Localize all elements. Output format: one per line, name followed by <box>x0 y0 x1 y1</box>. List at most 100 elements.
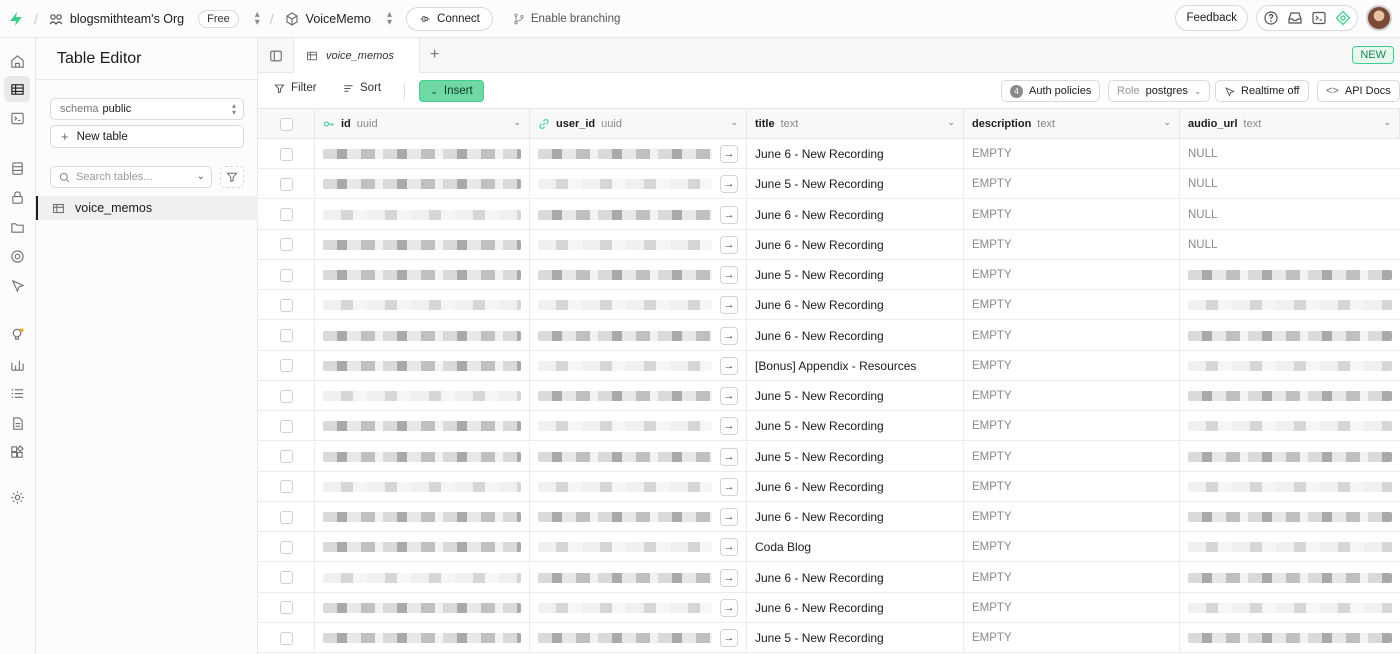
arrow-right-icon[interactable]: → <box>720 205 738 224</box>
id-cell[interactable] <box>315 411 530 442</box>
filter-tables-button[interactable] <box>220 166 244 188</box>
realtime-icon[interactable] <box>8 276 26 294</box>
authentication-icon[interactable] <box>8 188 26 206</box>
sort-button[interactable]: Sort <box>343 82 381 94</box>
terminal-icon[interactable] <box>1311 10 1327 26</box>
project-selector[interactable]: VoiceMemo ▴ ▾ <box>284 9 392 27</box>
title-cell[interactable]: June 6 - New Recording <box>747 139 964 169</box>
user-id-cell[interactable]: → <box>530 623 747 653</box>
id-cell[interactable] <box>315 320 530 351</box>
user-id-cell[interactable]: → <box>530 381 747 411</box>
audio-url-cell[interactable] <box>1180 381 1400 411</box>
arrow-right-icon[interactable]: → <box>720 477 738 496</box>
title-cell[interactable]: June 5 - New Recording <box>747 169 964 200</box>
id-cell[interactable] <box>315 592 530 623</box>
id-cell[interactable] <box>315 139 530 169</box>
arrow-right-icon[interactable]: → <box>720 598 738 617</box>
chevron-updown-icon[interactable]: ▴ ▾ <box>255 9 260 27</box>
home-icon[interactable] <box>8 52 26 70</box>
table-row[interactable]: → June 6 - New Recording EMPTY NULL <box>258 199 1400 230</box>
audio-url-cell[interactable] <box>1180 442 1400 472</box>
row-checkbox[interactable] <box>279 571 293 584</box>
table-row[interactable]: → June 6 - New Recording EMPTY NULL <box>258 229 1400 260</box>
row-checkbox[interactable] <box>279 510 293 524</box>
arrow-right-icon[interactable]: → <box>720 568 738 587</box>
row-checkbox[interactable] <box>279 238 293 252</box>
sidebar-item-voice-memos[interactable]: voice_memos <box>36 196 258 220</box>
user-id-cell[interactable]: → <box>530 139 747 169</box>
description-cell[interactable]: EMPTY <box>964 502 1180 532</box>
audio-url-cell[interactable] <box>1180 623 1400 653</box>
title-cell[interactable]: June 6 - New Recording <box>747 229 964 260</box>
user-id-cell[interactable]: → <box>530 290 747 321</box>
audio-url-cell[interactable] <box>1180 321 1400 351</box>
row-checkbox[interactable] <box>279 147 293 161</box>
audio-url-cell[interactable]: NULL <box>1180 169 1400 199</box>
arrow-right-icon[interactable]: → <box>720 296 738 315</box>
audio-url-cell[interactable] <box>1180 351 1400 381</box>
api-docs-button[interactable]: <> API Docs <box>1317 80 1400 102</box>
realtime-toggle-button[interactable]: Realtime off <box>1215 80 1309 102</box>
arrow-right-icon[interactable]: → <box>720 508 738 526</box>
audio-url-cell[interactable]: NULL <box>1180 139 1400 169</box>
id-cell[interactable] <box>315 562 530 593</box>
arrow-right-icon[interactable]: → <box>720 235 738 254</box>
chevron-down-icon[interactable]: ⌄ <box>947 117 955 128</box>
row-checkbox[interactable] <box>279 540 293 554</box>
row-checkbox[interactable] <box>279 359 293 373</box>
arrow-right-icon[interactable]: → <box>720 629 738 647</box>
row-checkbox[interactable] <box>279 177 293 191</box>
title-cell[interactable]: Coda Blog <box>747 532 964 563</box>
description-cell[interactable]: EMPTY <box>964 562 1180 593</box>
table-row[interactable]: → June 5 - New Recording EMPTY NULL <box>258 169 1400 200</box>
title-cell[interactable]: June 5 - New Recording <box>747 260 964 290</box>
title-cell[interactable]: June 6 - New Recording <box>747 320 964 351</box>
title-cell[interactable]: June 6 - New Recording <box>747 471 964 502</box>
description-cell[interactable]: EMPTY <box>964 229 1180 260</box>
user-id-cell[interactable]: → <box>530 411 747 442</box>
table-row[interactable]: → June 6 - New Recording EMPTY <box>258 592 1400 623</box>
arrow-right-icon[interactable]: → <box>720 387 738 405</box>
user-id-cell[interactable]: → <box>530 260 747 290</box>
auth-policies-button[interactable]: 4 Auth policies <box>1001 80 1101 102</box>
api-docs-icon[interactable] <box>8 414 26 432</box>
description-cell[interactable]: EMPTY <box>964 320 1180 351</box>
id-cell[interactable] <box>315 471 530 502</box>
title-cell[interactable]: June 6 - New Recording <box>747 592 964 623</box>
row-checkbox[interactable] <box>279 601 293 615</box>
edge-functions-icon[interactable] <box>8 247 26 265</box>
description-cell[interactable]: EMPTY <box>964 471 1180 502</box>
database-icon[interactable] <box>8 159 26 177</box>
feedback-button[interactable]: Feedback <box>1175 5 1248 31</box>
user-id-cell[interactable]: → <box>530 592 747 623</box>
id-cell[interactable] <box>315 169 530 200</box>
user-id-cell[interactable]: → <box>530 229 747 260</box>
description-cell[interactable]: EMPTY <box>964 139 1180 169</box>
chevrons-down-icon[interactable]: ⌄ <box>197 171 205 182</box>
description-cell[interactable]: EMPTY <box>964 381 1180 411</box>
id-cell[interactable] <box>315 441 530 472</box>
new-badge[interactable]: NEW <box>1352 46 1394 64</box>
id-cell[interactable] <box>315 229 530 260</box>
chevron-down-icon[interactable]: ⌄ <box>1383 117 1391 128</box>
id-cell[interactable] <box>315 623 530 653</box>
user-avatar[interactable] <box>1366 5 1392 31</box>
integrations-icon[interactable] <box>8 443 26 461</box>
arrow-right-icon[interactable]: → <box>720 538 738 557</box>
audio-url-cell[interactable] <box>1180 290 1400 320</box>
title-cell[interactable]: June 5 - New Recording <box>747 411 964 442</box>
audio-url-cell[interactable] <box>1180 411 1400 441</box>
row-checkbox[interactable] <box>279 268 293 282</box>
row-checkbox[interactable] <box>279 389 293 403</box>
audio-url-cell[interactable] <box>1180 532 1400 562</box>
description-cell[interactable]: EMPTY <box>964 411 1180 442</box>
description-cell[interactable]: EMPTY <box>964 260 1180 290</box>
user-id-cell[interactable]: → <box>530 532 747 563</box>
storage-icon[interactable] <box>8 218 26 236</box>
arrow-right-icon[interactable]: → <box>720 145 738 163</box>
table-row[interactable]: → June 5 - New Recording EMPTY <box>258 411 1400 442</box>
column-header-audio-url[interactable]: audio_url text ⌄ <box>1180 109 1400 139</box>
arrow-right-icon[interactable]: → <box>720 447 738 466</box>
title-cell[interactable]: [Bonus] Appendix - Resources <box>747 350 964 381</box>
audio-url-cell[interactable]: NULL <box>1180 200 1400 230</box>
